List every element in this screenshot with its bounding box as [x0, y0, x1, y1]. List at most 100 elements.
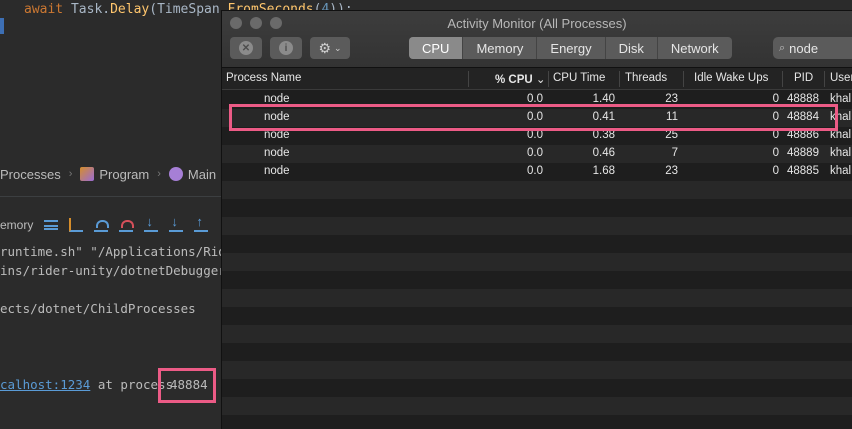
breadcrumb: Processes › Program › Main — [0, 163, 216, 185]
breadcrumb-label: Processes — [0, 166, 61, 182]
attach-link[interactable]: calhost:1234 — [0, 377, 90, 392]
code-method-delay: Delay — [110, 2, 150, 17]
table-row[interactable]: node 0.0 1.68 23 0 48885 khal — [222, 163, 852, 181]
code-type-timespan: TimeSpan. — [157, 2, 228, 17]
table-header: Process Name % CPU ⌄ CPU Time Threads Id… — [222, 68, 852, 90]
breadcrumb-program[interactable]: Program — [80, 167, 149, 182]
empty-row — [222, 361, 852, 379]
console-line: runtime.sh" "/Applications/Ride — [0, 244, 234, 259]
search-value: node — [789, 40, 819, 56]
console-line: ects/dotnet/ChildProcesses — [0, 301, 196, 316]
method-icon — [168, 167, 183, 181]
column-process-name[interactable]: Process Name — [226, 72, 301, 84]
column-cpu[interactable]: % CPU ⌄ — [495, 72, 546, 86]
breadcrumb-processes[interactable]: Processes — [0, 167, 61, 182]
column-divider[interactable] — [683, 71, 684, 87]
step-over-red-icon[interactable] — [119, 218, 135, 232]
empty-row — [222, 217, 852, 235]
column-idle-wake-ups[interactable]: Idle Wake Ups — [694, 72, 768, 84]
activity-monitor-window: Activity Monitor (All Processes) ✕ i ⚙ ⌄ … — [221, 10, 852, 429]
column-cpu-label: % CPU — [495, 74, 533, 86]
column-divider[interactable] — [619, 71, 620, 87]
pid-cell: 48889 — [787, 147, 819, 159]
step-over-icon[interactable] — [94, 218, 110, 232]
column-divider[interactable] — [468, 71, 469, 87]
info-icon: i — [279, 41, 293, 55]
tab-bar: CPU Memory Energy Disk Network — [409, 37, 732, 59]
user-cell: khal — [830, 147, 852, 159]
chevron-right-icon: › — [157, 168, 161, 180]
empty-row — [222, 235, 852, 253]
column-threads[interactable]: Threads — [625, 72, 667, 84]
tab-cpu[interactable]: CPU — [409, 37, 464, 59]
search-input[interactable]: ⌕ node — [773, 37, 852, 59]
empty-row — [222, 181, 852, 199]
chevron-right-icon: › — [68, 168, 73, 180]
action-menu-button[interactable]: ⚙ ⌄ — [310, 37, 350, 59]
step-out-icon[interactable] — [194, 214, 209, 232]
divider — [0, 196, 222, 197]
cpu-cell: 0.0 — [527, 165, 543, 177]
breadcrumb-label: Program — [99, 166, 150, 182]
cpu-cell: 0.0 — [527, 147, 543, 159]
step-into-icon[interactable] — [144, 214, 159, 232]
empty-row — [222, 307, 852, 325]
pid-cell: 48885 — [787, 165, 819, 177]
idle-wake-cell: 0 — [772, 165, 779, 177]
tab-network[interactable]: Network — [658, 37, 732, 59]
debug-toolbar: emory — [0, 214, 209, 236]
empty-row — [222, 379, 852, 397]
empty-row — [222, 415, 852, 429]
breadcrumb-label: Main — [187, 166, 217, 182]
tab-energy[interactable]: Energy — [537, 37, 606, 59]
frames-icon[interactable] — [44, 220, 59, 230]
column-user[interactable]: User — [830, 72, 852, 84]
threads-cell: 23 — [665, 165, 678, 177]
code-keyword-await: await — [24, 2, 64, 17]
row-highlight-box — [229, 104, 838, 131]
empty-row — [222, 253, 852, 271]
cpu-time-cell: 0.46 — [592, 147, 615, 159]
empty-row — [222, 343, 852, 361]
threads-cell: 7 — [671, 147, 678, 159]
tab-memory[interactable]: Memory — [463, 37, 538, 59]
cpu-time-cell: 1.68 — [592, 165, 615, 177]
console-attach-line: calhost:1234 at process — [0, 377, 173, 392]
empty-row — [222, 325, 852, 343]
class-icon — [80, 167, 95, 181]
force-step-into-icon[interactable] — [169, 214, 184, 232]
idle-wake-cell: 0 — [772, 147, 779, 159]
console-line: ins/rider-unity/dotnetDebuggerWo — [0, 263, 241, 278]
column-divider[interactable] — [782, 71, 783, 87]
process-table: node 0.0 1.40 23 0 48888 khal node 0.0 0.41 11 0 488… — [222, 91, 852, 429]
tab-disk[interactable]: Disk — [606, 37, 658, 59]
empty-row — [222, 271, 852, 289]
breadcrumb-main[interactable]: Main — [168, 166, 217, 182]
code-paren: ( — [149, 2, 158, 17]
column-pid[interactable]: PID — [794, 72, 813, 84]
gutter-marker — [0, 18, 4, 34]
user-cell: khal — [830, 165, 852, 177]
info-button[interactable]: i — [270, 37, 302, 59]
code-type-task: Task. — [70, 2, 111, 17]
column-divider[interactable] — [548, 71, 549, 87]
memory-tab-label[interactable]: emory — [0, 218, 33, 232]
close-icon: ✕ — [239, 41, 253, 55]
process-name-cell: node — [264, 165, 290, 177]
gear-icon: ⚙ — [318, 39, 331, 56]
empty-row — [222, 397, 852, 415]
quit-process-button[interactable]: ✕ — [230, 37, 262, 59]
process-name-cell: node — [264, 147, 290, 159]
empty-row — [222, 199, 852, 217]
search-icon: ⌕ — [779, 41, 786, 54]
column-divider[interactable] — [824, 71, 825, 87]
column-cpu-time[interactable]: CPU Time — [553, 72, 605, 84]
chevron-down-icon: ⌄ — [334, 42, 342, 53]
table-row[interactable]: node 0.0 0.46 7 0 48889 khal — [222, 145, 852, 163]
show-execution-point-icon[interactable] — [69, 218, 84, 232]
window-title: Activity Monitor (All Processes) — [447, 16, 627, 31]
sort-chevron-icon: ⌄ — [535, 74, 546, 86]
pid-highlight-box — [158, 368, 216, 403]
empty-row — [222, 289, 852, 307]
titlebar: Activity Monitor (All Processes) ✕ i ⚙ ⌄ … — [222, 11, 852, 68]
